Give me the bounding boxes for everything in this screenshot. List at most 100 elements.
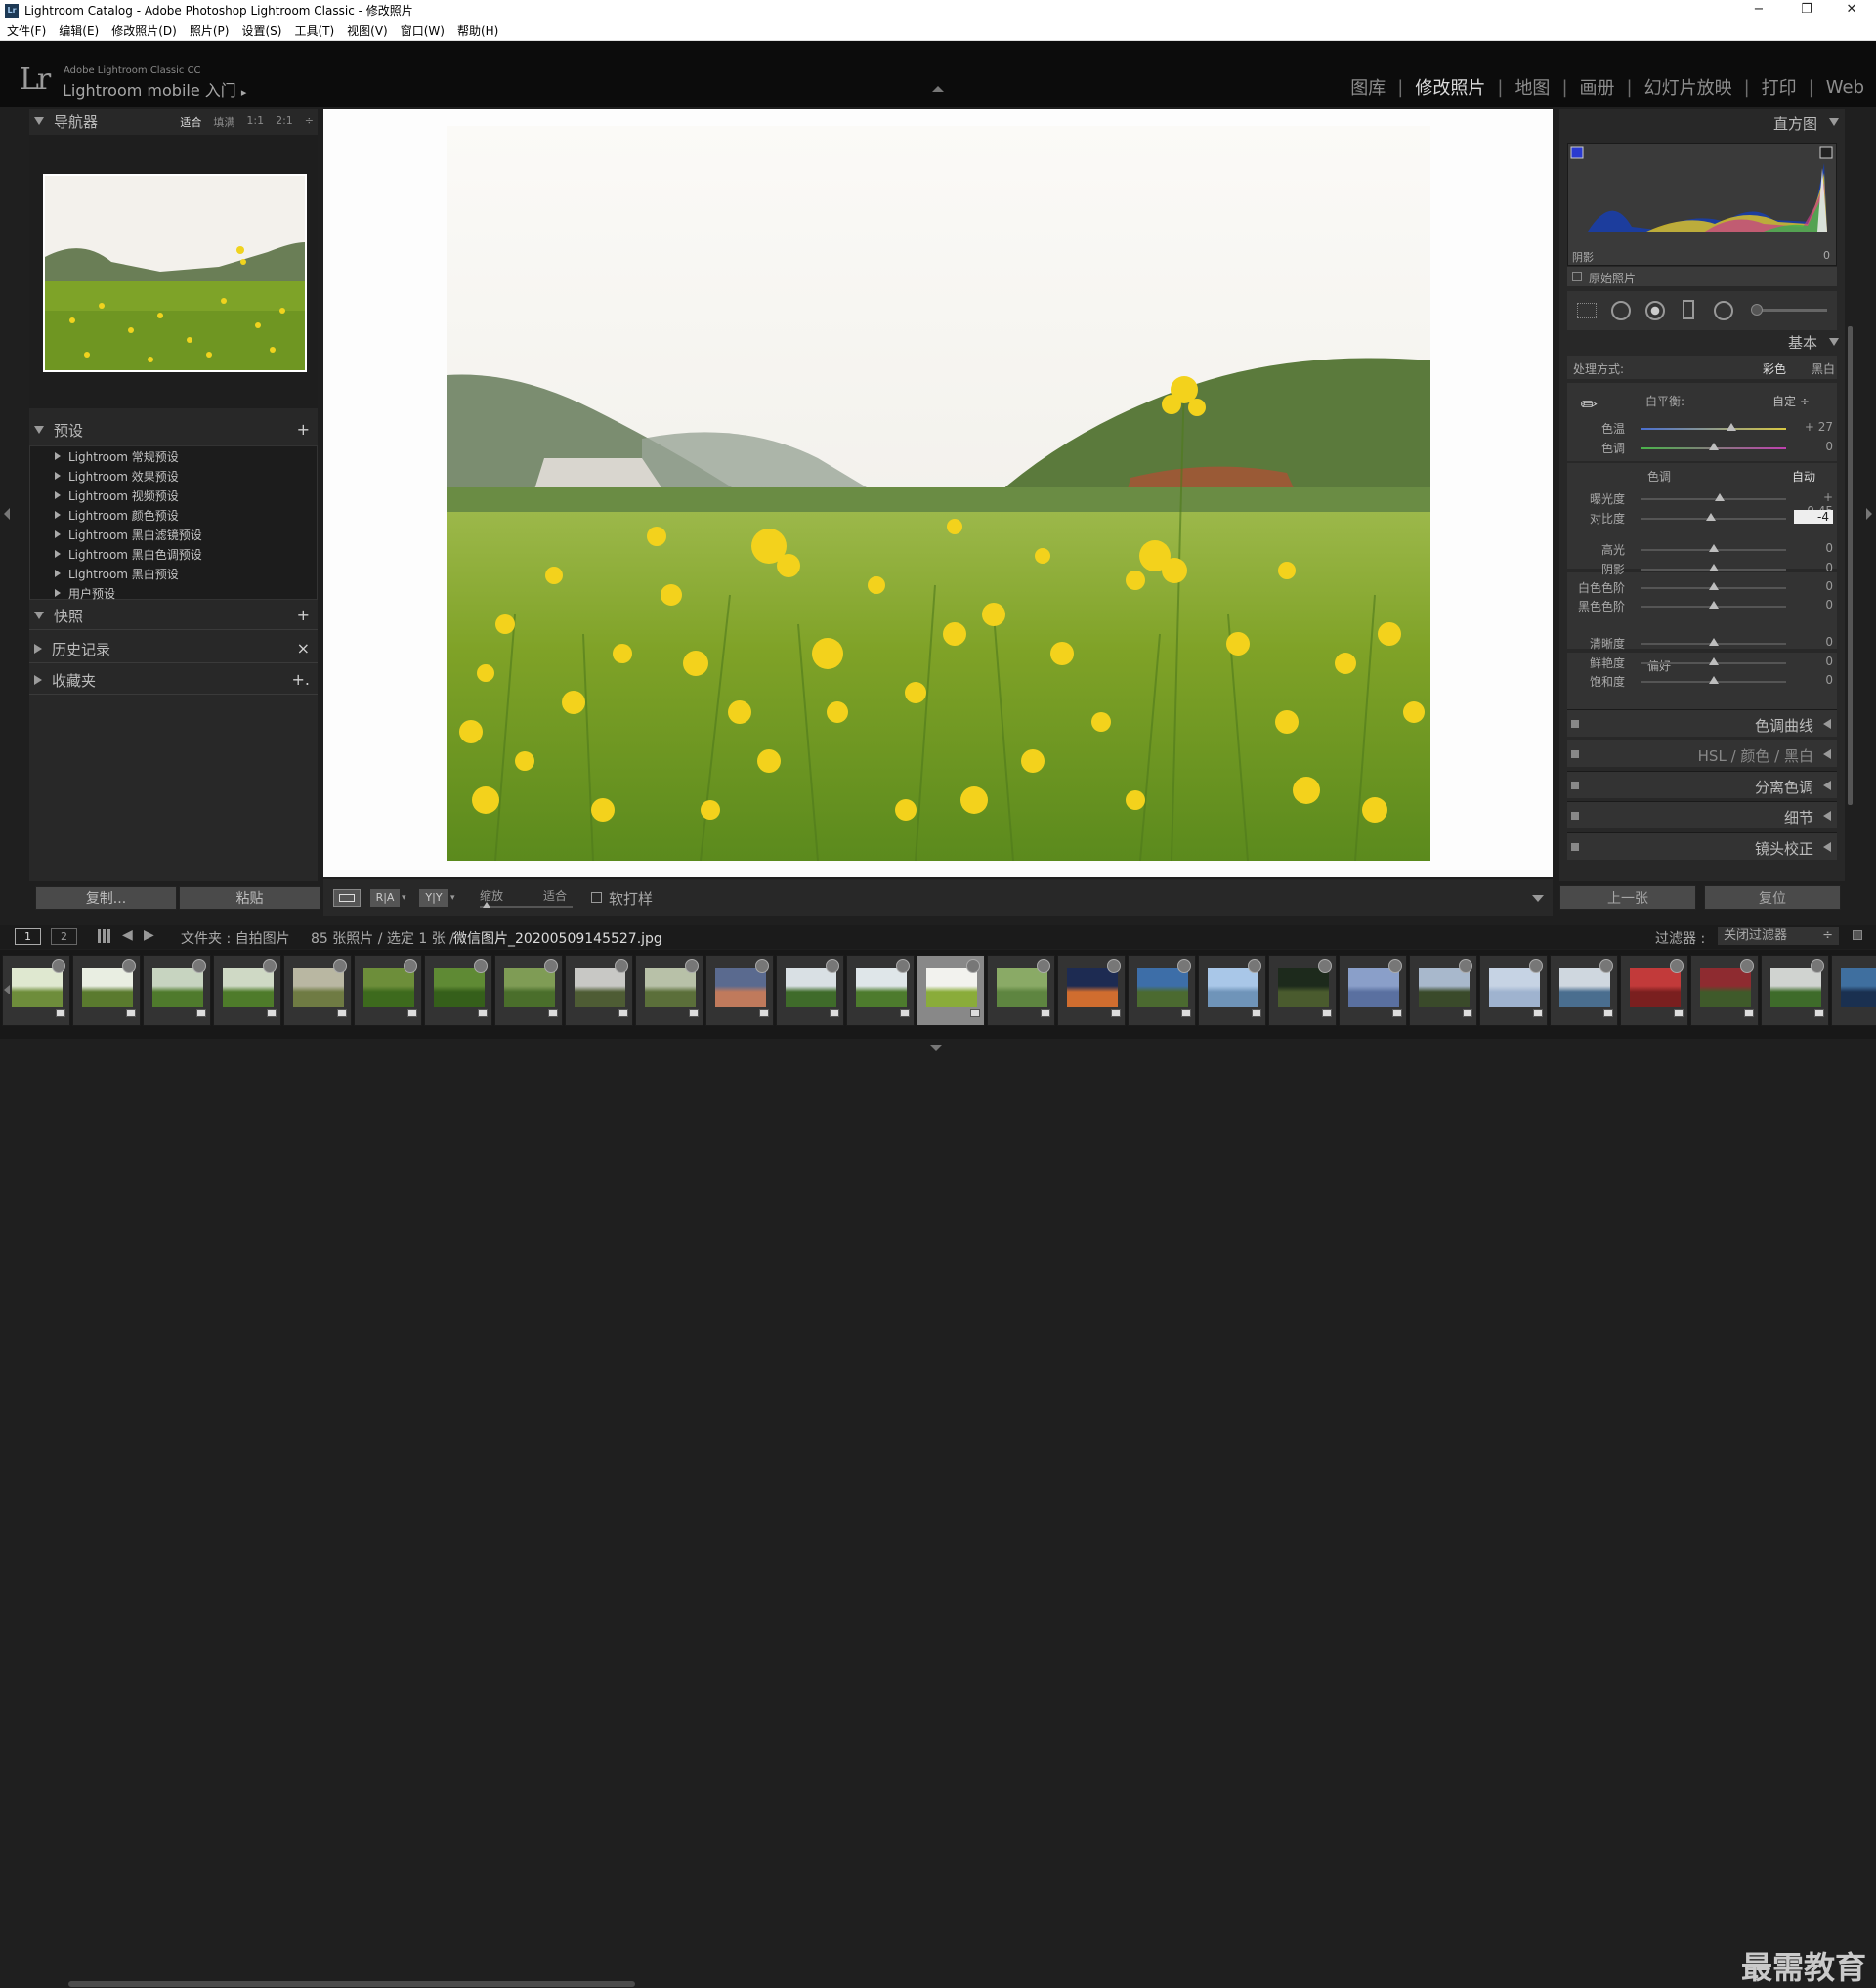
collapse-triangle-icon[interactable] (1829, 338, 1839, 346)
menu-file[interactable]: 文件(F) (7, 22, 46, 39)
filmstrip-scrollbar[interactable] (68, 1981, 635, 1987)
filter-lock-icon[interactable] (1853, 930, 1862, 940)
slider-sliders_tone2-0[interactable]: 高光 0 (1559, 541, 1845, 559)
module-print[interactable]: 打印 (1762, 74, 1797, 100)
zoom-2-1[interactable]: 2:1 (276, 114, 293, 130)
filmstrip-thumb[interactable] (72, 955, 141, 1026)
primary-window-button[interactable]: 1 (15, 928, 41, 945)
lightroom-mobile-start[interactable]: Lightroom mobile 入门 ▸ (63, 77, 246, 101)
navigator-preview[interactable] (29, 135, 318, 408)
filmstrip-thumb[interactable] (213, 955, 281, 1026)
slider-knob[interactable] (1726, 423, 1736, 431)
filmstrip-thumb[interactable] (2, 955, 70, 1026)
reset-button[interactable]: 复位 (1704, 885, 1841, 910)
chevron-down-icon[interactable]: ▾ (450, 893, 455, 903)
paste-settings-button[interactable]: 粘贴 (179, 886, 320, 910)
filmstrip-thumb[interactable] (846, 955, 915, 1026)
module-library[interactable]: 图库 (1350, 74, 1386, 100)
panel-toggle-icon[interactable] (1571, 750, 1579, 758)
module-develop[interactable]: 修改照片 (1415, 74, 1485, 100)
menu-settings[interactable]: 设置(S) (241, 22, 281, 39)
collapse-top-panel-icon[interactable] (932, 86, 944, 92)
crop-overlay-icon[interactable] (1577, 303, 1597, 318)
menu-window[interactable]: 窗口(W) (401, 22, 445, 39)
red-eye-icon[interactable] (1645, 301, 1665, 320)
filmstrip-thumb[interactable] (143, 955, 211, 1026)
filmstrip-thumb[interactable] (354, 955, 422, 1026)
chevron-down-icon[interactable]: ▾ (402, 893, 406, 903)
slider-knob[interactable] (1709, 544, 1719, 552)
filmstrip-thumb[interactable] (917, 955, 985, 1026)
slider-sliders_tone-1[interactable]: 对比度 -4 (1559, 510, 1845, 528)
menu-help[interactable]: 帮助(H) (457, 22, 498, 39)
hsl-panel[interactable]: HSL / 颜色 / 黑白 (1567, 740, 1837, 767)
filmstrip-thumb[interactable] (1409, 955, 1477, 1026)
panel-toggle-icon[interactable] (1571, 843, 1579, 851)
tone-curve-panel[interactable]: 色调曲线 (1567, 709, 1837, 737)
slider-sliders_tone-0[interactable]: 曝光度+ 0.45 (1559, 490, 1845, 518)
slider-knob[interactable] (1709, 443, 1719, 450)
preset-folder[interactable]: Lightroom 颜色预设 (30, 505, 317, 525)
filmstrip-thumb[interactable] (424, 955, 492, 1026)
close-button[interactable]: ✕ (1829, 0, 1874, 21)
filmstrip-thumb[interactable] (1479, 955, 1548, 1026)
previous-button[interactable]: 上一张 (1559, 885, 1696, 910)
back-arrow-icon[interactable]: ◀ (122, 927, 133, 943)
slider-value[interactable]: 0 (1794, 655, 1833, 668)
filmstrip-thumb[interactable] (565, 955, 633, 1026)
before-after-lr-button[interactable]: R|A (370, 889, 400, 907)
menu-edit[interactable]: 编辑(E) (59, 22, 99, 39)
detail-panel[interactable]: 细节 (1567, 801, 1837, 828)
slider-knob[interactable] (1709, 582, 1719, 590)
filmstrip-thumb[interactable] (987, 955, 1055, 1026)
preset-folder[interactable]: Lightroom 黑白预设 (30, 564, 317, 583)
slider-value[interactable]: 0 (1794, 440, 1833, 453)
filmstrip-thumb[interactable] (494, 955, 563, 1026)
slider-value[interactable]: 0 (1794, 579, 1833, 593)
slider-sliders_wb-0[interactable]: 色温 + 27 (1559, 420, 1845, 438)
treatment-bw-option[interactable]: 黑白 (1812, 360, 1835, 377)
collapse-triangle-icon[interactable] (1829, 118, 1839, 126)
navigator-header[interactable]: 导航器 适合 填满 1:1 2:1 ÷ (29, 109, 318, 133)
preset-folder[interactable]: Lightroom 视频预设 (30, 486, 317, 505)
slider-sliders_presence-1[interactable]: 鲜艳度 0 (1559, 655, 1845, 672)
secondary-window-button[interactable]: 2 (51, 928, 77, 945)
collapse-right-panel-icon[interactable] (1866, 508, 1872, 520)
zoom-fill[interactable]: 填满 (213, 114, 234, 130)
preset-folder[interactable]: 用户预设 (30, 583, 317, 603)
filmstrip-source[interactable]: 文件夹 : 自拍图片 (181, 928, 290, 948)
slider-value[interactable]: 0 (1794, 541, 1833, 555)
original-photo-checkbox[interactable] (1572, 272, 1582, 281)
slider-value[interactable]: 0 (1794, 635, 1833, 649)
filmstrip-thumb[interactable] (635, 955, 704, 1026)
slider-sliders_tone2-2[interactable]: 白色色阶 0 (1559, 579, 1845, 597)
filmstrip-thumb[interactable] (1761, 955, 1829, 1026)
lens-correction-panel[interactable]: 镜头校正 (1567, 832, 1837, 860)
filmstrip-filename[interactable]: 微信图片_20200509145527.jpg (453, 928, 662, 948)
slider-sliders_presence-2[interactable]: 饱和度 0 (1559, 673, 1845, 691)
filmstrip-thumb[interactable] (1128, 955, 1196, 1026)
clear-history-button[interactable]: × (297, 639, 310, 657)
wb-dropdown[interactable]: 自定 ÷ (1772, 393, 1810, 409)
slider-value[interactable]: -4 (1794, 510, 1833, 524)
before-after-tb-button[interactable]: Y|Y (419, 889, 448, 907)
filmstrip-thumb[interactable] (705, 955, 774, 1026)
main-photo[interactable] (447, 126, 1430, 861)
slider-sliders_tone2-3[interactable]: 黑色色阶 0 (1559, 598, 1845, 615)
slider-sliders_wb-1[interactable]: 色调 0 (1559, 440, 1845, 457)
filmstrip-thumb[interactable] (1268, 955, 1337, 1026)
add-collection-button[interactable]: +. (292, 670, 311, 689)
menu-tools[interactable]: 工具(T) (294, 22, 334, 39)
module-book[interactable]: 画册 (1580, 74, 1615, 100)
histogram-display[interactable]: 阴影 0 (1567, 143, 1837, 266)
filmstrip-thumb[interactable] (776, 955, 844, 1026)
history-header[interactable]: 历史记录 × (29, 637, 318, 660)
grid-view-icon[interactable] (98, 929, 111, 943)
radial-filter-icon[interactable] (1714, 301, 1733, 320)
panel-toggle-icon[interactable] (1571, 720, 1579, 728)
slider-knob[interactable] (1709, 601, 1719, 609)
spot-removal-icon[interactable] (1611, 301, 1631, 320)
panel-toggle-icon[interactable] (1571, 782, 1579, 789)
add-snapshot-button[interactable]: + (297, 606, 310, 624)
module-slideshow[interactable]: 幻灯片放映 (1644, 74, 1732, 100)
